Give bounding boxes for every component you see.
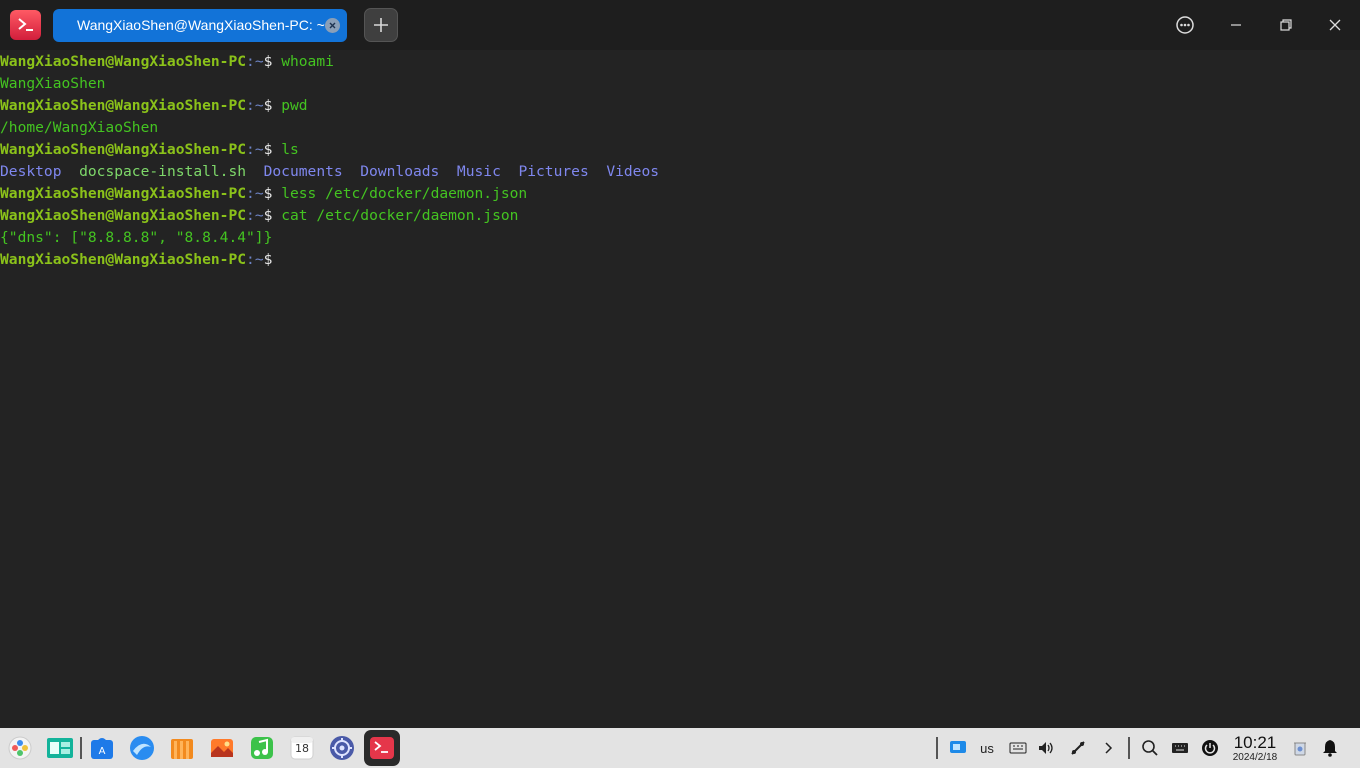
- browser-icon[interactable]: [127, 733, 157, 763]
- more-options-icon: [1176, 16, 1194, 34]
- minimize-icon: [1231, 24, 1241, 26]
- minimize-button[interactable]: [1221, 10, 1251, 40]
- restore-icon: [1280, 19, 1292, 31]
- keyboard-icon[interactable]: [1170, 736, 1190, 760]
- power-icon[interactable]: [1200, 736, 1220, 760]
- ls-entry: Videos: [606, 163, 660, 180]
- terminal-line: WangXiaoShen@WangXiaoShen-PC:~$ whoami: [0, 53, 334, 70]
- music-icon[interactable]: [247, 733, 277, 763]
- volume-icon[interactable]: [1036, 736, 1056, 760]
- screen-sharing-icon[interactable]: [948, 736, 968, 760]
- onscreen-keyboard-icon[interactable]: [1008, 736, 1028, 760]
- close-button[interactable]: [1320, 10, 1350, 40]
- terminal-icon[interactable]: [364, 730, 400, 766]
- file-manager-icon[interactable]: [167, 733, 197, 763]
- close-icon: [1329, 19, 1341, 31]
- app-store-icon[interactable]: A: [87, 733, 117, 763]
- ls-output: Desktop docspace-install.sh Documents Do…: [0, 161, 659, 183]
- terminal-icon[interactable]: [10, 10, 41, 40]
- multitasking-icon[interactable]: [45, 733, 75, 763]
- terminal-line: WangXiaoShen@WangXiaoShen-PC:~$ less /et…: [0, 185, 528, 202]
- trash-icon[interactable]: [1290, 736, 1310, 760]
- maximize-button[interactable]: [1271, 10, 1301, 40]
- terminal-line: WangXiaoShen: [0, 75, 106, 92]
- terminal-output[interactable]: WangXiaoShen@WangXiaoShen-PC:~$ whoami W…: [0, 50, 1360, 728]
- menu-button[interactable]: [1170, 10, 1200, 40]
- plus-icon: [374, 18, 388, 32]
- ls-entry: Documents: [263, 163, 343, 180]
- clock-time[interactable]: 10:21: [1230, 733, 1280, 753]
- svg-text:A: A: [99, 746, 106, 757]
- settings-icon[interactable]: [327, 733, 357, 763]
- ls-entry: Pictures: [518, 163, 589, 180]
- ls-entry: Desktop: [0, 163, 62, 180]
- terminal-line: {"dns": ["8.8.8.8", "8.8.4.4"]}: [0, 229, 273, 246]
- notification-bell-icon[interactable]: [1320, 736, 1340, 760]
- launcher-icon[interactable]: [5, 733, 35, 763]
- terminal-line: /home/WangXiaoShen: [0, 119, 159, 136]
- tray-separator: [936, 737, 938, 759]
- ls-entry: docspace-install.sh: [79, 163, 247, 180]
- tab-title: WangXiaoShen@WangXiaoShen-PC: ~: [77, 17, 325, 33]
- ls-entry: Downloads: [360, 163, 440, 180]
- add-tab-button[interactable]: [364, 8, 398, 42]
- chevron-right-icon[interactable]: [1098, 736, 1118, 760]
- terminal-tab[interactable]: WangXiaoShen@WangXiaoShen-PC: ~: [53, 9, 347, 42]
- terminal-line: WangXiaoShen@WangXiaoShen-PC:~$ pwd: [0, 97, 308, 114]
- terminal-line: WangXiaoShen@WangXiaoShen-PC:~$ cat /etc…: [0, 207, 519, 224]
- network-icon[interactable]: [1068, 736, 1088, 760]
- ls-entry: Music: [456, 163, 501, 180]
- terminal-line: WangXiaoShen@WangXiaoShen-PC:~$ ls: [0, 141, 299, 158]
- title-bar: WangXiaoShen@WangXiaoShen-PC: ~: [0, 0, 1360, 50]
- close-icon[interactable]: [325, 18, 340, 33]
- taskbar: A 18 us 10:21 2024/2/18: [0, 728, 1360, 768]
- terminal-prompt: WangXiaoShen@WangXiaoShen-PC:~$: [0, 251, 273, 268]
- image-viewer-icon[interactable]: [207, 733, 237, 763]
- clock-date[interactable]: 2024/2/18: [1226, 752, 1284, 764]
- search-icon[interactable]: [1140, 736, 1160, 760]
- calendar-icon[interactable]: 18: [287, 733, 317, 763]
- dock-separator: [80, 737, 82, 759]
- tray-separator: [1128, 737, 1130, 759]
- keyboard-layout[interactable]: us: [976, 736, 998, 760]
- calendar-day: 18: [295, 742, 309, 755]
